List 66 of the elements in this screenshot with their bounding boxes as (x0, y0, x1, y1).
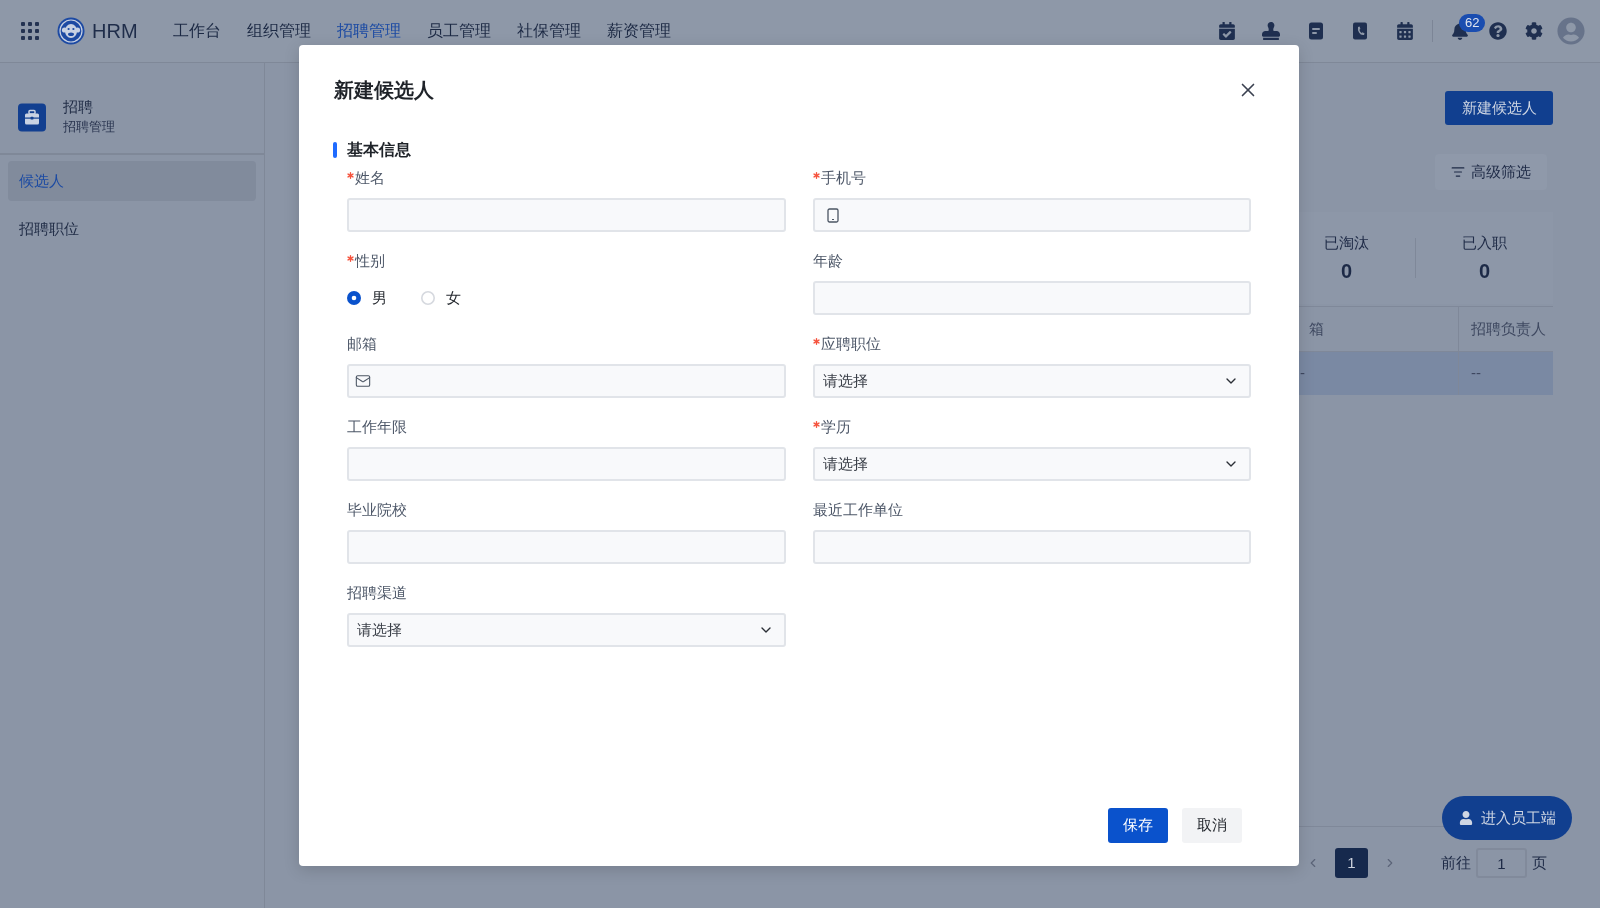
settings-icon[interactable] (1525, 22, 1543, 40)
input-field[interactable] (347, 447, 786, 481)
monkey-logo-icon (57, 17, 85, 45)
input-field[interactable] (347, 530, 786, 564)
nav-tab[interactable]: 员工管理 (426, 20, 491, 42)
field-label: 毕业院校 (347, 500, 407, 520)
page-number[interactable]: 1 (1335, 848, 1368, 878)
nav-tab[interactable]: 社保管理 (516, 20, 581, 42)
page-input[interactable]: 1 (1476, 848, 1527, 878)
stat-label: 已淘汰 (1324, 233, 1369, 253)
input-field[interactable] (347, 198, 786, 232)
input-field[interactable] (347, 364, 786, 398)
input-field[interactable] (812, 530, 1251, 564)
help-icon[interactable] (1489, 22, 1507, 40)
field-label: 工作年限 (347, 417, 407, 437)
sidebar-item[interactable]: 招聘职位 (8, 209, 256, 249)
sidebar-subtitle: 招聘管理 (63, 118, 115, 136)
notification-badge: 62 (1459, 14, 1486, 32)
stat-value: 0 (1478, 259, 1491, 283)
field-label: 招聘渠道 (347, 583, 407, 603)
nav-tab[interactable]: 薪资管理 (606, 20, 671, 42)
advanced-filter-button[interactable]: 高级筛选 (1435, 154, 1547, 190)
filter-icon (1451, 165, 1465, 179)
phone-book-icon[interactable] (1351, 22, 1369, 40)
radio-option[interactable]: 男 (347, 286, 387, 310)
brand-name: HRM (92, 19, 138, 44)
field-label: 应聘职位 (820, 334, 881, 354)
goto-label: 前往 (1441, 852, 1471, 873)
section-marker-icon (333, 142, 337, 158)
page-suffix: 页 (1532, 852, 1547, 873)
employee-portal-button[interactable]: 进入员工端 (1442, 796, 1572, 840)
radio-option[interactable]: 女 (421, 286, 461, 310)
calendar-icon[interactable] (1396, 22, 1414, 40)
select-field[interactable]: 请选择 (812, 447, 1251, 481)
envelope-icon (355, 373, 371, 389)
select-field[interactable]: 请选择 (347, 613, 786, 647)
field-label: 学历 (820, 417, 851, 437)
table-cell-text: - (1299, 363, 1306, 384)
nav-tab[interactable]: 工作台 (172, 20, 221, 42)
input-field[interactable] (812, 198, 1251, 232)
dialog-title: 新建候选人 (334, 78, 434, 103)
select-field[interactable]: 请选择 (812, 364, 1251, 398)
new-candidate-button[interactable]: 新建候选人 (1445, 91, 1553, 125)
field-label: 最近工作单位 (812, 500, 903, 520)
stat-label: 已入职 (1462, 233, 1507, 253)
cancel-button[interactable]: 取消 (1182, 808, 1242, 843)
sidebar-title: 招聘 (63, 97, 94, 117)
stamp-icon[interactable] (1262, 22, 1280, 40)
section-title: 基本信息 (347, 140, 411, 160)
table-header-cell-text: 箱 (1308, 318, 1325, 339)
briefcase-icon (18, 102, 46, 132)
field-label: 手机号 (820, 168, 866, 188)
field-label: 性别 (355, 251, 385, 271)
calendar-check-icon[interactable] (1218, 22, 1236, 40)
stat-value: 0 (1340, 259, 1353, 283)
note-icon[interactable] (1307, 22, 1325, 40)
input-field[interactable] (812, 281, 1251, 315)
save-button[interactable]: 保存 (1108, 808, 1168, 843)
table-cell: -- (1458, 352, 1553, 395)
field-label: 邮箱 (347, 334, 377, 354)
mobile-phone-icon (826, 207, 839, 223)
field-label: 年龄 (812, 251, 843, 271)
field-label: 姓名 (355, 168, 385, 188)
nav-tab[interactable]: 组织管理 (246, 20, 311, 42)
app-grid-icon[interactable] (21, 22, 39, 40)
user-icon (1458, 811, 1473, 825)
